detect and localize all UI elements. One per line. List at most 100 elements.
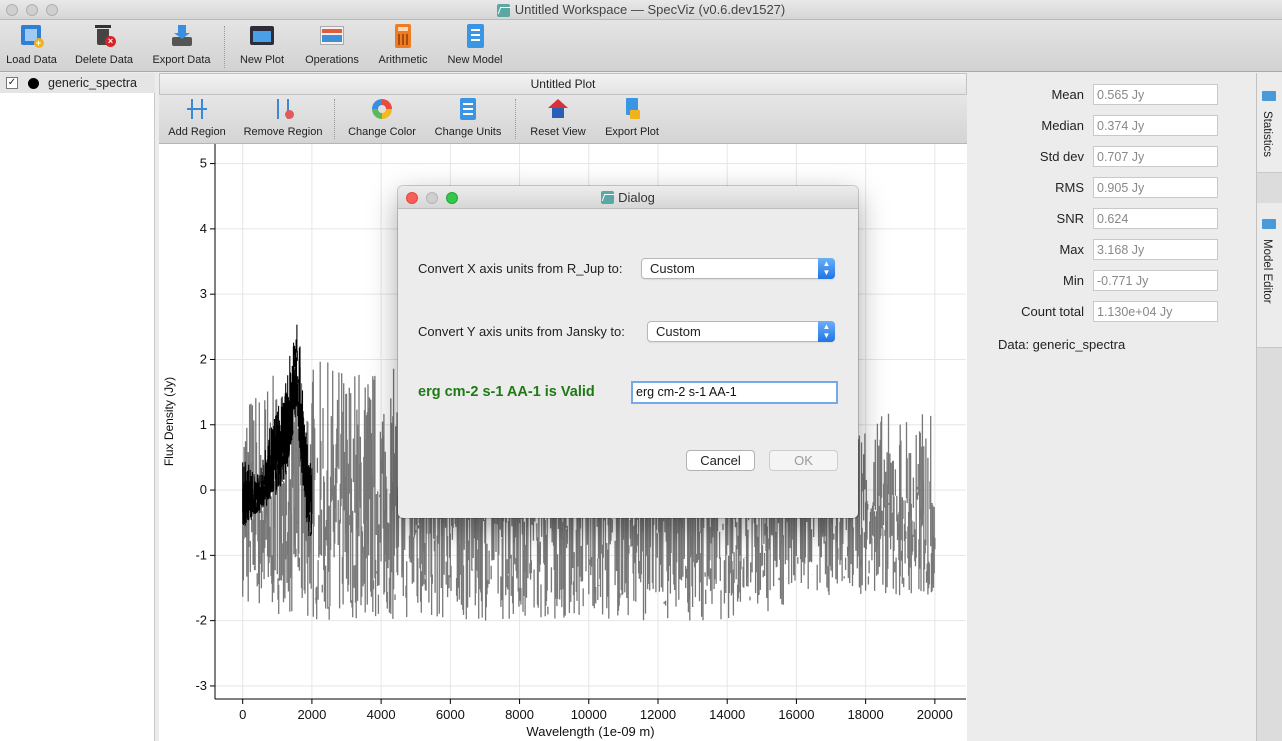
y-tick-label: -3 [195,678,207,693]
arithmetic-button[interactable]: Arithmetic [377,20,429,72]
stat-value-field[interactable]: 1.130e+04 Jy [1093,301,1218,322]
data-visibility-checkbox[interactable]: ✓ [6,77,18,89]
stat-label: Max [1059,242,1084,257]
change-units-button[interactable]: Change Units [434,95,502,144]
stat-row-min: Min -0.771 Jy [968,270,1256,292]
y-tick-label: -2 [195,613,207,628]
stat-label: Min [1063,273,1084,288]
tab-statistics[interactable]: Statistics [1257,73,1282,173]
plot-title: Untitled Plot [159,73,967,95]
x-tick-label: 0 [239,707,246,722]
statistics-panel: Mean 0.565 Jy Median 0.374 Jy Std dev 0.… [968,73,1256,741]
export-data-button[interactable]: Export Data [152,20,211,72]
stat-row-max: Max 3.168 Jy [968,239,1256,261]
x-tick-label: 6000 [436,707,465,722]
x-tick-label: 2000 [297,707,326,722]
y-units-select[interactable]: Custom ▲ ▼ [647,321,835,342]
calculator-icon [390,23,416,49]
x-tick-label: 14000 [709,707,745,722]
x-axis-label: Wavelength (1e-09 m) [526,724,654,739]
stat-label: Mean [1051,87,1084,102]
stat-value-field[interactable]: -0.771 Jy [1093,270,1218,291]
specviz-app-icon [496,3,510,17]
custom-unit-input[interactable]: erg cm-2 s-1 AA-1 [631,381,838,404]
chevron-updown-icon: ▲ ▼ [818,321,835,342]
stat-label: Std dev [1039,149,1084,164]
stat-value-field[interactable]: 0.707 Jy [1093,146,1218,167]
x-tick-label: 18000 [848,707,884,722]
export-plot-button[interactable]: Export Plot [603,95,661,144]
unit-validation-message: erg cm-2 s-1 AA-1 is Valid [418,384,595,400]
y-tick-label: 1 [200,417,207,432]
zoom-window-button[interactable] [46,4,58,16]
delete-data-button[interactable]: × Delete Data [74,20,134,72]
stat-row-snr: SNR 0.624 [968,208,1256,230]
new-plot-button[interactable]: New Plot [239,20,285,72]
stat-label: RMS [1055,180,1084,195]
plot-toolbar: Add Region Remove Region Change Color Ch… [159,95,967,144]
y-tick-label: 4 [200,221,207,236]
statistics-tab-icon [1262,91,1276,101]
stat-value-field[interactable]: 3.168 Jy [1093,239,1218,260]
change-units-dialog: Dialog Convert X axis units from R_Jup t… [398,186,858,518]
x-tick-label: 8000 [505,707,534,722]
y-tick-label: 0 [200,482,207,497]
stat-value-field[interactable]: 0.374 Jy [1093,115,1218,136]
y-tick-label: -1 [195,547,207,562]
new-model-button[interactable]: New Model [447,20,503,72]
list-item[interactable]: ✓ generic_spectra [0,73,155,93]
dialog-close-button[interactable] [406,192,418,204]
x-tick-label: 16000 [778,707,814,722]
y-tick-label: 3 [200,286,207,301]
stat-label: Count total [1021,304,1084,319]
home-icon [547,98,569,120]
close-window-button[interactable] [6,4,18,16]
x-tick-label: 20000 [917,707,953,722]
remove-region-icon [272,98,294,120]
window-title: Untitled Workspace — SpecViz (v0.6.dev15… [514,2,786,17]
chevron-updown-icon: ▲ ▼ [818,258,835,279]
y-tick-label: 5 [200,156,207,171]
model-editor-tab-icon [1262,219,1276,229]
operations-menu-button[interactable]: Operations [303,20,361,72]
stat-value-field[interactable]: 0.565 Jy [1093,84,1218,105]
load-data-icon: + [19,23,45,49]
export-data-icon [169,23,195,49]
load-data-button[interactable]: + Load Data [5,20,58,72]
stat-row-rms: RMS 0.905 Jy [968,177,1256,199]
dialog-app-icon [601,191,615,204]
stat-row-mean: Mean 0.565 Jy [968,84,1256,106]
y-axis-label: Flux Density (Jy) [162,377,176,466]
export-plot-icon [621,98,643,120]
data-color-swatch [28,77,39,89]
y-units-label: Convert Y axis units from Jansky to: [418,324,625,339]
new-model-icon [462,23,488,49]
stat-value-field[interactable]: 0.624 [1093,208,1218,229]
dialog-title: Dialog [618,190,655,205]
remove-region-button[interactable]: Remove Region [244,95,322,144]
stat-label: Median [1041,118,1084,133]
tab-model-editor[interactable]: Model Editor [1257,203,1282,348]
x-tick-label: 10000 [571,707,607,722]
y-tick-label: 2 [200,351,207,366]
stat-value-field[interactable]: 0.905 Jy [1093,177,1218,198]
ok-button[interactable]: OK [769,450,838,471]
minimize-window-button[interactable] [26,4,38,16]
change-color-button[interactable]: Change Color [348,95,416,144]
side-tab-bar: Statistics Model Editor [1256,73,1282,741]
x-tick-label: 4000 [367,707,396,722]
main-toolbar: + Load Data × Delete Data Export Data Ne… [0,20,1282,72]
data-list-panel: ✓ generic_spectra [0,73,155,741]
stat-row-count-total: Count total 1.130e+04 Jy [968,301,1256,323]
window-titlebar: Untitled Workspace — SpecViz (v0.6.dev15… [0,0,1282,20]
reset-view-button[interactable]: Reset View [529,95,587,144]
dialog-titlebar: Dialog [398,186,858,209]
cancel-button[interactable]: Cancel [686,450,755,471]
dialog-minimize-button[interactable] [426,192,438,204]
dialog-zoom-button[interactable] [446,192,458,204]
x-tick-label: 12000 [640,707,676,722]
operations-icon [319,23,345,49]
x-units-select[interactable]: Custom ▲ ▼ [641,258,835,279]
add-region-button[interactable]: Add Region [168,95,226,144]
add-region-icon [186,98,208,120]
